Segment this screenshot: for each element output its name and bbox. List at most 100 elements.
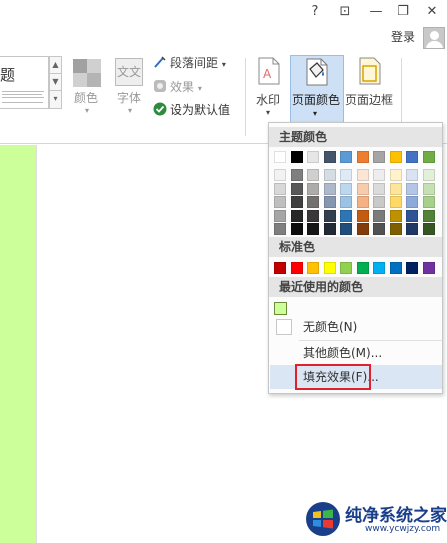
theme-shade-swatch[interactable] xyxy=(274,182,286,195)
theme-shade-swatch[interactable] xyxy=(323,223,336,235)
avatar[interactable] xyxy=(423,27,445,49)
set-as-default-button[interactable]: 设为默认值 xyxy=(153,100,230,120)
watermark-label: 水印 xyxy=(256,93,281,107)
theme-shade-swatch[interactable] xyxy=(274,209,286,222)
theme-shade-swatch[interactable] xyxy=(373,169,385,181)
theme-shade-swatch[interactable] xyxy=(290,223,303,235)
theme-colors-header: 主题颜色 xyxy=(269,127,442,147)
sign-in-link[interactable]: 登录 xyxy=(391,28,415,45)
theme-color-swatch[interactable] xyxy=(307,151,319,163)
theme-shade-swatch[interactable] xyxy=(356,182,369,195)
theme-shade-swatch[interactable] xyxy=(406,182,418,195)
theme-shade-swatch[interactable] xyxy=(307,223,319,235)
paragraph-spacing-button[interactable]: 段落间距 ▾ xyxy=(153,53,226,73)
page-color-label: 页面颜色 xyxy=(292,93,341,107)
theme-shade-swatch[interactable] xyxy=(422,223,435,235)
theme-shade-swatch[interactable] xyxy=(389,182,402,195)
theme-shade-swatch[interactable] xyxy=(340,169,352,181)
theme-shade-swatch[interactable] xyxy=(389,196,402,208)
standard-colors-header: 标准色 xyxy=(269,237,442,257)
theme-shade-swatch[interactable] xyxy=(356,223,369,235)
page-color-button[interactable]: 页面颜色 ▾ xyxy=(290,55,344,123)
no-color-menu-item[interactable]: 无颜色(N) xyxy=(270,315,442,339)
theme-color-swatch[interactable] xyxy=(422,151,435,163)
theme-shade-swatch[interactable] xyxy=(340,209,352,222)
theme-shade-swatch[interactable] xyxy=(323,196,336,208)
theme-color-swatch[interactable] xyxy=(389,151,402,163)
theme-colors-button[interactable]: 颜色 ▾ xyxy=(70,50,104,120)
theme-shade-swatch[interactable] xyxy=(323,182,336,195)
theme-shade-swatch[interactable] xyxy=(422,169,435,181)
theme-shade-swatch[interactable] xyxy=(406,209,418,222)
standard-color-swatch[interactable] xyxy=(274,262,286,274)
theme-shade-swatch[interactable] xyxy=(307,169,319,181)
effects-label: 效果 xyxy=(170,80,195,94)
close-button[interactable]: ✕ xyxy=(420,2,444,22)
standard-color-swatch[interactable] xyxy=(323,262,336,274)
theme-shade-swatch[interactable] xyxy=(340,182,352,195)
theme-color-swatch[interactable] xyxy=(373,151,385,163)
theme-shade-swatch[interactable] xyxy=(422,182,435,195)
page-borders-button[interactable]: 页面边框 xyxy=(345,55,397,123)
theme-shade-swatch[interactable] xyxy=(274,223,286,235)
theme-shade-swatch[interactable] xyxy=(356,209,369,222)
standard-color-swatch[interactable] xyxy=(422,262,435,274)
theme-shade-swatch[interactable] xyxy=(290,209,303,222)
theme-shade-swatch[interactable] xyxy=(373,196,385,208)
standard-color-swatch[interactable] xyxy=(389,262,402,274)
theme-shade-swatch[interactable] xyxy=(307,209,319,222)
standard-color-swatch[interactable] xyxy=(356,262,369,274)
theme-shade-swatch[interactable] xyxy=(373,182,385,195)
theme-color-swatch[interactable] xyxy=(356,151,369,163)
ribbon-display-options-button[interactable]: ⊡ xyxy=(333,2,357,22)
restore-button[interactable]: ❐ xyxy=(391,2,415,22)
theme-colors-icon xyxy=(73,59,101,87)
theme-shade-swatch[interactable] xyxy=(422,196,435,208)
theme-shade-swatch[interactable] xyxy=(307,196,319,208)
standard-color-swatch[interactable] xyxy=(406,262,418,274)
theme-shade-swatch[interactable] xyxy=(389,169,402,181)
theme-shade-swatch[interactable] xyxy=(406,169,418,181)
theme-shade-swatch[interactable] xyxy=(373,209,385,222)
theme-color-swatch[interactable] xyxy=(290,151,303,163)
document-format-gallery[interactable]: 题 xyxy=(0,56,49,109)
theme-shade-swatch[interactable] xyxy=(373,223,385,235)
theme-shade-swatch[interactable] xyxy=(406,223,418,235)
theme-fonts-button[interactable]: 文文 字体 ▾ xyxy=(112,50,148,120)
page-borders-icon xyxy=(359,57,381,88)
theme-shade-swatch[interactable] xyxy=(274,169,286,181)
theme-shade-swatch[interactable] xyxy=(290,169,303,181)
standard-color-swatch[interactable] xyxy=(340,262,352,274)
theme-shade-swatch[interactable] xyxy=(406,196,418,208)
theme-shade-swatch[interactable] xyxy=(389,223,402,235)
standard-color-swatch[interactable] xyxy=(290,262,303,274)
theme-color-swatch[interactable] xyxy=(274,151,286,163)
gallery-scroll-up-button[interactable]: ▲ xyxy=(49,56,62,74)
gallery-more-button[interactable]: ▾ xyxy=(49,90,62,109)
effects-button[interactable]: 效果 ▾ xyxy=(153,77,202,97)
standard-color-swatch[interactable] xyxy=(307,262,319,274)
theme-shade-swatch[interactable] xyxy=(356,169,369,181)
help-button[interactable]: ? xyxy=(303,2,327,22)
theme-shade-swatch[interactable] xyxy=(290,196,303,208)
theme-shade-swatch[interactable] xyxy=(422,209,435,222)
standard-color-swatch[interactable] xyxy=(373,262,385,274)
page-borders-label: 页面边框 xyxy=(345,93,394,107)
theme-shade-swatch[interactable] xyxy=(290,182,303,195)
theme-color-swatch[interactable] xyxy=(406,151,418,163)
theme-shade-swatch[interactable] xyxy=(274,196,286,208)
minimize-button[interactable]: — xyxy=(364,2,388,22)
theme-shade-swatch[interactable] xyxy=(389,209,402,222)
theme-shade-swatch[interactable] xyxy=(307,182,319,195)
theme-shade-swatch[interactable] xyxy=(340,196,352,208)
theme-shade-swatch[interactable] xyxy=(323,169,336,181)
theme-shade-swatch[interactable] xyxy=(323,209,336,222)
theme-color-swatch[interactable] xyxy=(340,151,352,163)
theme-color-swatch[interactable] xyxy=(323,151,336,163)
recent-color-swatch[interactable] xyxy=(274,302,287,315)
more-colors-menu-item[interactable]: 其他颜色(M)... xyxy=(270,341,442,365)
watermark-button[interactable]: A 水印 ▾ xyxy=(252,55,286,123)
gallery-scroll-down-button[interactable]: ▼ xyxy=(49,73,62,91)
theme-shade-swatch[interactable] xyxy=(340,223,352,235)
theme-shade-swatch[interactable] xyxy=(356,196,369,208)
